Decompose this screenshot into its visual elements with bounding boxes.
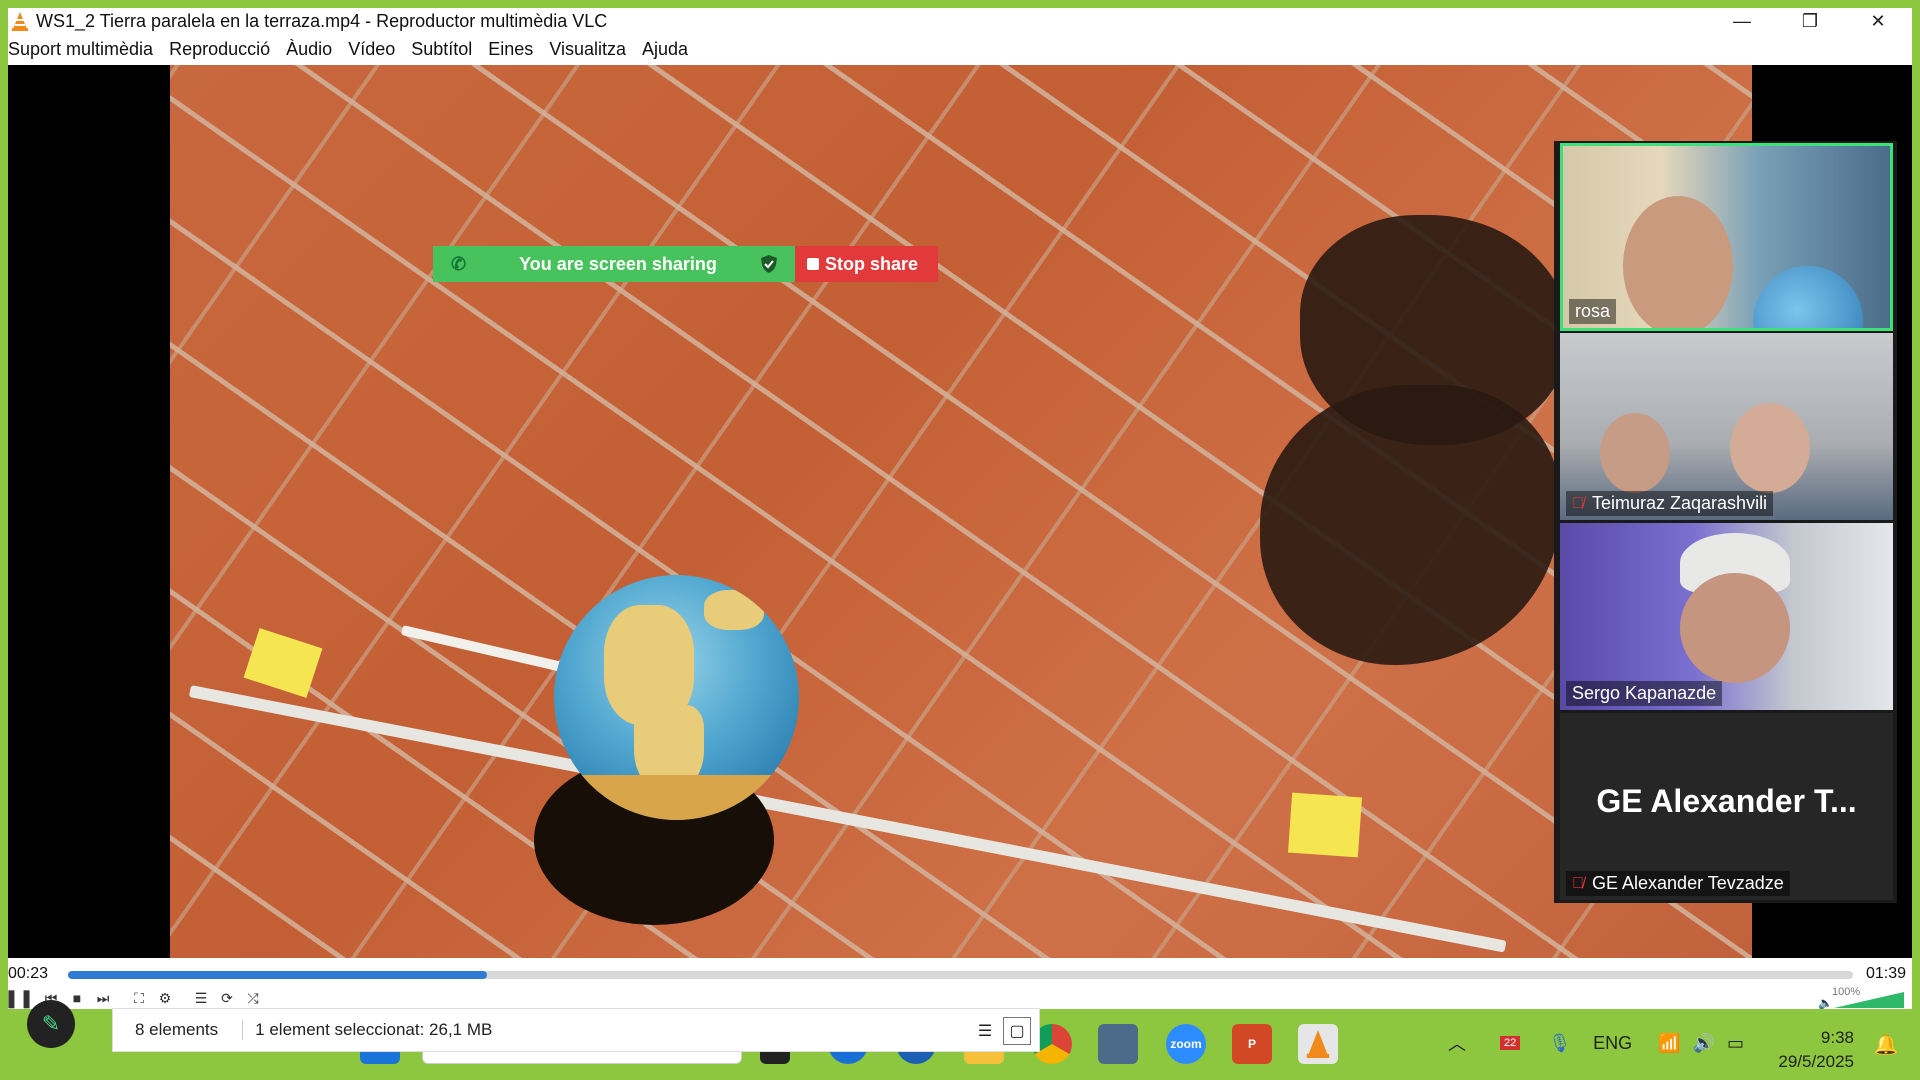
item-count: 8 elements bbox=[135, 1020, 219, 1039]
participant-video bbox=[1680, 573, 1790, 683]
minimize-button[interactable]: — bbox=[1708, 8, 1776, 34]
participant-display-name: GE Alexander T... bbox=[1596, 783, 1857, 819]
close-button[interactable]: ✕ bbox=[1844, 8, 1912, 34]
globe-image bbox=[554, 575, 799, 820]
notification-icon[interactable]: 🔔 bbox=[1866, 1024, 1906, 1064]
participant-tile[interactable]: rosa bbox=[1560, 143, 1893, 331]
speaker-icon[interactable]: 🔊 bbox=[1693, 1033, 1715, 1054]
participant-video bbox=[1623, 196, 1733, 328]
sharing-indicator[interactable]: ✆ You are screen sharing bbox=[433, 246, 795, 282]
menu-subtitle[interactable]: Subtítol bbox=[411, 39, 480, 60]
playlist-icon[interactable]: ☰ bbox=[190, 988, 212, 1008]
muted-mic-icon: 🎙̸ bbox=[1572, 494, 1584, 512]
playback-controls: ❚❚ ⏮ ■ ⏭ ⛶ ⚙ ☰ ⟳ ⤮ bbox=[8, 988, 1912, 1008]
seek-progress bbox=[68, 971, 488, 979]
svg-text:🔈: 🔈 bbox=[1818, 996, 1833, 1009]
zoom-gallery-panel: rosa 🎙̸ Teimuraz Zaqarashvili Sergo Kapa… bbox=[1554, 141, 1897, 903]
participant-tile[interactable]: Sergo Kapanazde bbox=[1560, 523, 1893, 710]
participant-tile[interactable]: GE Alexander T... 🎙̸ GE Alexander Tevzad… bbox=[1560, 713, 1893, 900]
total-time: 01:39 bbox=[1865, 965, 1906, 982]
stop-square-icon bbox=[807, 258, 819, 270]
window-title: WS1_2 Tierra paralela en la terraza.mp4 … bbox=[36, 10, 608, 31]
restore-button[interactable]: ❐ bbox=[1776, 8, 1844, 34]
vlc-cone-icon bbox=[12, 12, 28, 31]
wifi-icon[interactable]: 📶 bbox=[1658, 1033, 1680, 1054]
sticky-note-left bbox=[243, 628, 323, 698]
shuffle-icon[interactable]: ⤮ bbox=[242, 988, 264, 1008]
calculator-icon[interactable] bbox=[1098, 1024, 1138, 1064]
details-view-icon[interactable]: ☰ bbox=[971, 1017, 999, 1045]
selection-info: 1 element seleccionat: 26,1 MB bbox=[242, 1020, 492, 1040]
seek-bar[interactable] bbox=[68, 971, 1853, 979]
participant-video bbox=[1753, 266, 1863, 328]
globe-axis-stick bbox=[400, 625, 579, 676]
participant-tile[interactable]: 🎙̸ Teimuraz Zaqarashvili bbox=[1560, 333, 1893, 520]
sticky-note-right bbox=[1287, 792, 1363, 858]
stop-button[interactable]: ■ bbox=[66, 988, 88, 1008]
battery-icon[interactable]: ▭ bbox=[1727, 1033, 1744, 1054]
video-area[interactable]: ✆ You are screen sharing Stop share rosa bbox=[8, 65, 1912, 958]
shield-icon bbox=[761, 255, 777, 273]
menu-media[interactable]: Suport multimèdia bbox=[8, 39, 161, 60]
vlc-window: WS1_2 Tierra paralela en la terraza.mp4 … bbox=[8, 8, 1912, 1009]
video-frame bbox=[170, 65, 1752, 958]
title-bar: WS1_2 Tierra paralela en la terraza.mp4 … bbox=[8, 8, 1912, 34]
powerpoint-icon[interactable]: P bbox=[1232, 1024, 1272, 1064]
fullscreen-icon[interactable]: ⛶ bbox=[128, 988, 150, 1008]
clock-time: 9:38 bbox=[1820, 1028, 1854, 1047]
menu-tools[interactable]: Eines bbox=[488, 39, 541, 60]
menu-bar: Suport multimèdia Reproducció Àudio Víde… bbox=[8, 36, 704, 62]
person-shadow-lower bbox=[1260, 385, 1560, 665]
menu-playback[interactable]: Reproducció bbox=[169, 39, 278, 60]
stop-share-button[interactable]: Stop share bbox=[795, 246, 938, 282]
sharing-text: You are screen sharing bbox=[519, 253, 717, 274]
seek-row: 00:23 01:39 bbox=[8, 963, 1912, 985]
muted-mic-icon: 🎙̸ bbox=[1572, 874, 1584, 892]
phone-icon: ✆ bbox=[451, 253, 467, 274]
screen-share-bar: ✆ You are screen sharing Stop share bbox=[433, 246, 938, 282]
participant-name: 🎙̸ GE Alexander Tevzadze bbox=[1566, 871, 1790, 896]
participant-video bbox=[1600, 413, 1670, 493]
chevron-up-icon[interactable]: ︿ bbox=[1448, 1030, 1466, 1056]
participant-video bbox=[1730, 403, 1810, 493]
menu-view[interactable]: Visualitza bbox=[549, 39, 634, 60]
extended-settings-icon[interactable]: ⚙ bbox=[154, 988, 176, 1008]
clock[interactable]: 9:38 29/5/2025 bbox=[1778, 1026, 1854, 1074]
next-icon[interactable]: ⏭ bbox=[92, 988, 114, 1008]
window-controls: — ❐ ✕ bbox=[1708, 8, 1912, 34]
vlc-taskbar-icon[interactable] bbox=[1298, 1024, 1338, 1064]
menu-video[interactable]: Vídeo bbox=[348, 39, 403, 60]
language-indicator[interactable]: ENG bbox=[1593, 1033, 1632, 1054]
clock-date: 29/5/2025 bbox=[1778, 1052, 1854, 1071]
loop-icon[interactable]: ⟳ bbox=[216, 988, 238, 1008]
zoom-icon[interactable]: zoom bbox=[1166, 1024, 1206, 1064]
participant-name: rosa bbox=[1569, 299, 1617, 324]
file-explorer-status-bar: 8 elements 1 element seleccionat: 26,1 M… bbox=[112, 1008, 1040, 1052]
participant-name: 🎙̸ Teimuraz Zaqarashvili bbox=[1566, 491, 1774, 516]
volume-control[interactable]: 100% 🔈 bbox=[1818, 986, 1908, 1009]
microphone-icon[interactable]: 🎙 bbox=[1548, 1033, 1571, 1054]
stop-share-label: Stop share bbox=[825, 253, 919, 274]
calendar-icon[interactable]: 22 bbox=[1500, 1036, 1521, 1050]
volume-label: 100% bbox=[1832, 986, 1861, 998]
tiles-view-icon[interactable]: ▢ bbox=[1003, 1017, 1031, 1045]
menu-help[interactable]: Ajuda bbox=[642, 39, 696, 60]
menu-audio[interactable]: Àudio bbox=[286, 39, 340, 60]
view-switcher: ☰ ▢ bbox=[967, 1017, 1031, 1045]
pen-annotation-icon[interactable]: ✎ bbox=[27, 1000, 75, 1048]
participant-name: Sergo Kapanazde bbox=[1566, 681, 1723, 706]
system-tray: ︿ 22 🎙 ENG 📶 🔊 ▭ bbox=[1448, 1030, 1744, 1056]
pause-button[interactable]: ❚❚ bbox=[8, 988, 34, 1008]
elapsed-time: 00:23 bbox=[8, 965, 49, 982]
